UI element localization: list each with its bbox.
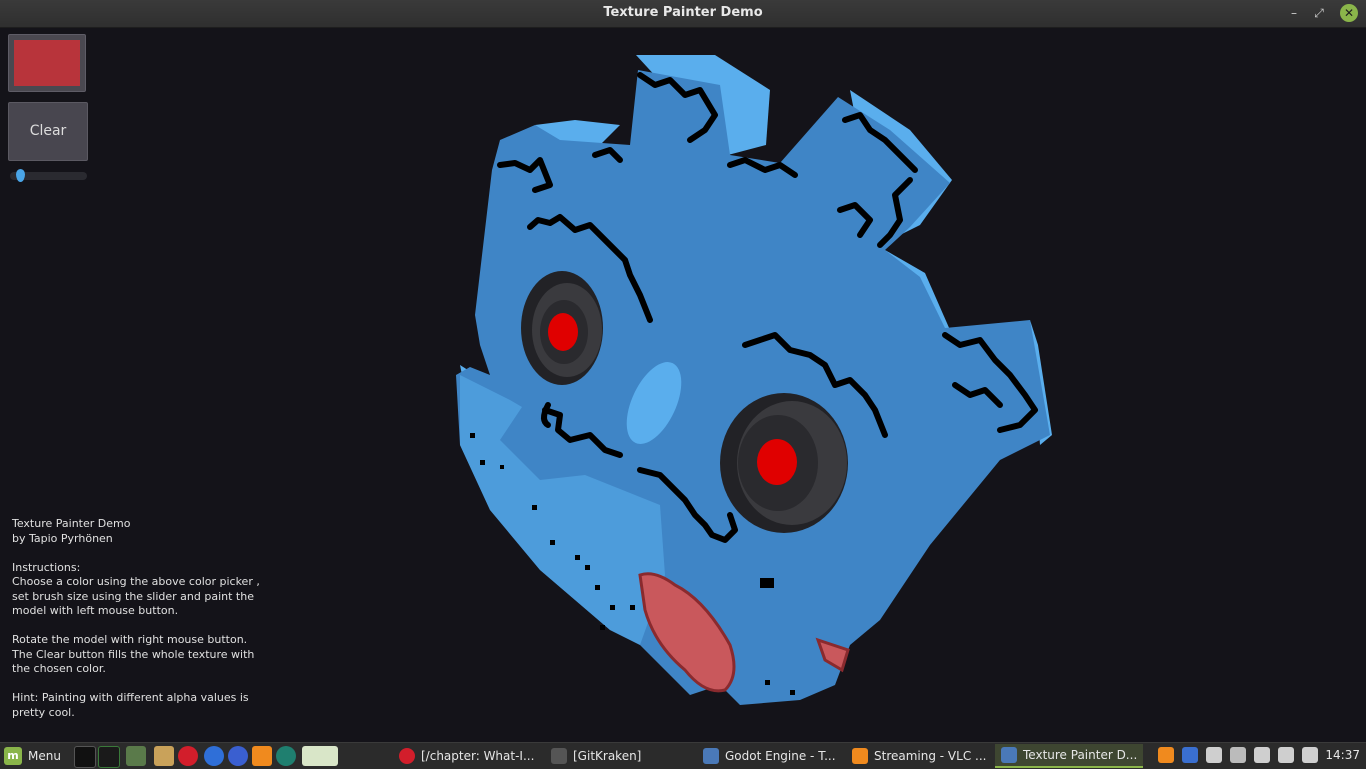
color-picker-button[interactable] [8,34,86,92]
task-label: [GitKraken] [573,749,642,763]
godot-icon [1001,747,1017,763]
godot-launcher-icon[interactable] [302,746,338,766]
task-vlc[interactable]: Streaming - VLC ... [846,744,991,768]
brush-size-slider-grabber[interactable] [15,169,25,182]
clock[interactable]: 14:37 [1325,748,1360,762]
task-label: [/chapter: What-I... [421,749,535,763]
clear-button[interactable]: Clear [8,102,88,161]
opera-launcher-icon[interactable] [178,746,198,766]
task-texture-painter[interactable]: Texture Painter D... [995,744,1143,768]
minimize-button[interactable]: – [1285,4,1303,22]
media-player-launcher-icon[interactable] [252,746,272,766]
task-label: Streaming - VLC ... [874,749,987,763]
close-button[interactable]: ✕ [1340,4,1358,22]
battery-tray-icon[interactable] [1302,747,1318,763]
right-eye [720,393,848,533]
gitkraken-icon [551,748,567,764]
menu-label: Menu [28,749,61,763]
instructions-text: Texture Painter Demo by Tapio Pyrhönen I… [12,517,260,719]
system-monitor-launcher-icon[interactable] [98,746,120,768]
dropbox-tray-icon[interactable] [1206,747,1222,763]
mint-logo-icon: m [4,747,22,765]
task-opera[interactable]: [/chapter: What-I... [393,744,543,768]
browser-launcher-icon[interactable] [204,746,224,766]
window-titlebar: Texture Painter Demo – ⤢ ✕ [0,0,1366,28]
taskbar: m Menu [/chapter: What-I... [GitKraken] … [0,742,1366,769]
task-godot-engine[interactable]: Godot Engine - T... [697,744,842,768]
gitkraken-launcher-icon[interactable] [276,746,296,766]
menu-button[interactable]: m Menu [4,746,61,766]
terminal-launcher-icon[interactable] [74,746,96,768]
task-gitkraken[interactable]: [GitKraken] [545,744,695,768]
task-label: Texture Painter D... [1023,748,1138,762]
folder-launcher-icon[interactable] [154,746,174,766]
shield-tray-icon[interactable] [1182,747,1198,763]
vlc-icon [852,748,868,764]
left-eye [521,271,603,385]
godot-icon [703,748,719,764]
color-swatch [14,40,80,86]
restore-button[interactable]: ⤢ [1310,4,1328,22]
network-tray-icon[interactable] [1230,747,1246,763]
file-manager-launcher-icon[interactable] [126,746,146,766]
godot-robot-model[interactable] [440,45,1060,715]
volume-tray-icon[interactable] [1278,747,1294,763]
task-label: Godot Engine - T... [725,749,836,763]
opera-icon [399,748,415,764]
window-title: Texture Painter Demo [603,5,763,20]
vpn-launcher-icon[interactable] [228,746,248,766]
vlc-tray-icon[interactable] [1158,747,1174,763]
display-tray-icon[interactable] [1254,747,1270,763]
